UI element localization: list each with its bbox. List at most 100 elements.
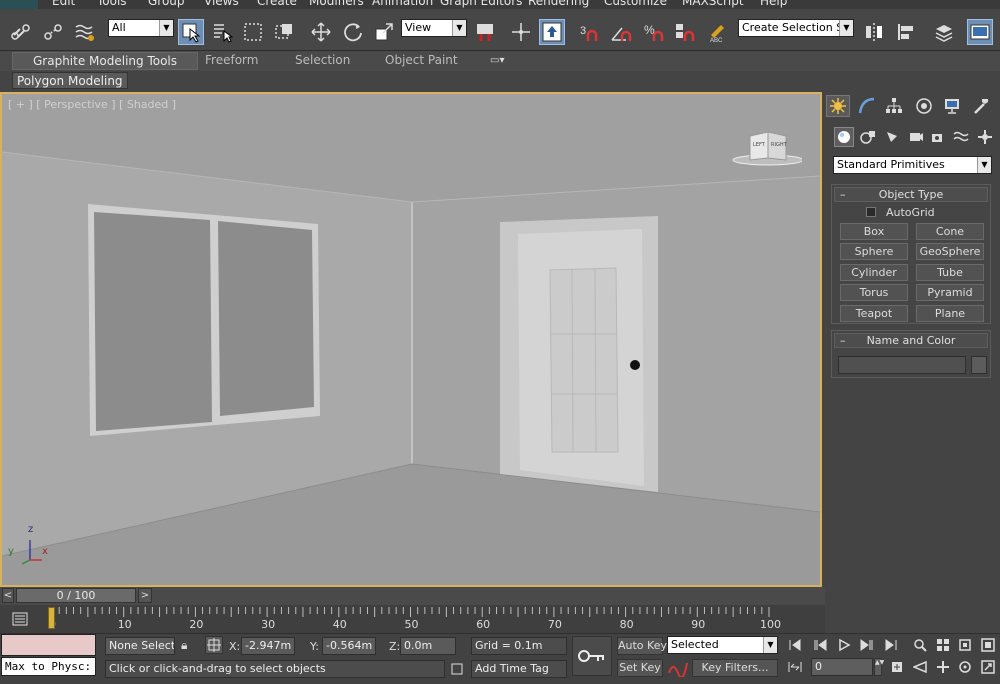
mirror-icon[interactable] bbox=[861, 19, 887, 45]
maxscript-mini-listener[interactable]: Max to Physc: bbox=[1, 657, 96, 676]
object-name-input[interactable] bbox=[838, 356, 966, 374]
menu-help[interactable]: Help bbox=[760, 0, 787, 8]
zoom-extents-all-icon[interactable] bbox=[978, 636, 998, 654]
angle-snap-icon[interactable] bbox=[608, 19, 634, 45]
polygon-modeling-panel[interactable]: Polygon Modeling bbox=[12, 72, 128, 89]
time-tag-icon[interactable] bbox=[449, 660, 465, 678]
app-logo[interactable] bbox=[0, 0, 38, 9]
pivot-icon[interactable] bbox=[472, 19, 498, 45]
absolute-mode-icon[interactable] bbox=[205, 636, 223, 654]
set-key-button[interactable]: Set Key bbox=[617, 659, 663, 677]
teapot-button[interactable]: Teapot bbox=[840, 305, 908, 322]
frame-spinner[interactable]: ▲▼ bbox=[874, 658, 884, 676]
systems-icon[interactable] bbox=[975, 127, 995, 147]
select-object-icon[interactable] bbox=[178, 19, 204, 45]
selection-filter-dropdown[interactable]: All ▼ bbox=[108, 19, 174, 37]
object-type-header[interactable]: – Object Type bbox=[834, 187, 988, 202]
select-rotate-icon[interactable] bbox=[340, 19, 366, 45]
time-configuration-icon[interactable] bbox=[887, 658, 907, 676]
helpers-icon[interactable] bbox=[928, 127, 948, 147]
lock-icon[interactable]: 🔒︎ bbox=[181, 638, 187, 653]
key-mode-toggle-icon[interactable] bbox=[785, 658, 805, 676]
zoom-all-icon[interactable] bbox=[933, 636, 953, 654]
perspective-viewport[interactable]: z x y [ + ] [ Perspective ] [ Shaded ] L… bbox=[0, 92, 822, 587]
geosphere-button[interactable]: GeoSphere bbox=[916, 243, 984, 260]
spinner-snap-icon[interactable] bbox=[672, 19, 698, 45]
goto-end-icon[interactable] bbox=[881, 636, 901, 654]
select-by-name-icon[interactable] bbox=[209, 19, 235, 45]
cone-button[interactable]: Cone bbox=[916, 223, 984, 240]
zoom-extents-icon[interactable] bbox=[955, 636, 975, 654]
viewcube[interactable]: LEFT RIGHT bbox=[732, 128, 804, 168]
orbit-icon[interactable] bbox=[955, 658, 975, 676]
viewport-label[interactable]: [ + ] [ Perspective ] [ Shaded ] bbox=[8, 98, 176, 111]
tab-graphite-modeling-tools[interactable]: Graphite Modeling Tools bbox=[12, 52, 199, 70]
time-marker[interactable] bbox=[48, 607, 55, 629]
field-of-view-icon[interactable] bbox=[910, 658, 930, 676]
menu-maxscript[interactable]: MAXScript bbox=[682, 0, 744, 8]
autogrid-checkbox[interactable] bbox=[866, 207, 876, 217]
menu-create[interactable]: Create bbox=[257, 0, 297, 8]
curve-icon[interactable] bbox=[667, 659, 689, 679]
cylinder-button[interactable]: Cylinder bbox=[840, 264, 908, 281]
tube-button[interactable]: Tube bbox=[916, 264, 984, 281]
menu-rendering[interactable]: Rendering bbox=[528, 0, 589, 8]
motion-icon[interactable] bbox=[912, 95, 936, 117]
window-crossing-icon[interactable] bbox=[271, 19, 297, 45]
tab-selection[interactable]: Selection bbox=[295, 53, 350, 67]
box-button[interactable]: Box bbox=[840, 223, 908, 240]
percent-snap-icon[interactable]: % bbox=[641, 19, 667, 45]
rectangular-selection-icon[interactable] bbox=[240, 19, 266, 45]
geometry-icon[interactable] bbox=[834, 127, 854, 147]
y-coordinate-input[interactable]: -0.564m bbox=[322, 637, 376, 655]
render-setup-icon[interactable] bbox=[967, 19, 993, 45]
goto-start-icon[interactable] bbox=[785, 636, 805, 654]
ribbon-options-icon[interactable]: ▭▾ bbox=[490, 55, 504, 66]
previous-frame-icon[interactable] bbox=[810, 636, 830, 654]
next-frame-icon[interactable] bbox=[857, 636, 877, 654]
hierarchy-icon[interactable] bbox=[882, 95, 906, 117]
keyboard-shortcut-icon[interactable] bbox=[539, 19, 565, 45]
reference-coord-dropdown[interactable]: View ▼ bbox=[401, 19, 467, 37]
create-icon[interactable] bbox=[826, 95, 850, 117]
layer-manager-icon[interactable] bbox=[931, 19, 957, 45]
current-frame-input[interactable]: 0 bbox=[811, 658, 873, 676]
tab-object-paint[interactable]: Object Paint bbox=[385, 53, 458, 67]
menu-edit[interactable]: Edit bbox=[52, 0, 75, 8]
menu-graph-editors[interactable]: Graph Editors bbox=[440, 0, 522, 8]
lights-icon[interactable] bbox=[882, 127, 902, 147]
pyramid-button[interactable]: Pyramid bbox=[916, 284, 984, 301]
x-coordinate-input[interactable]: -2.947m bbox=[241, 637, 295, 655]
shapes-icon[interactable] bbox=[858, 127, 878, 147]
menu-modifiers[interactable]: Modifiers bbox=[309, 0, 364, 8]
set-key-icon[interactable] bbox=[572, 636, 612, 676]
select-move-icon[interactable] bbox=[308, 19, 334, 45]
time-slider-prev[interactable]: < bbox=[2, 588, 14, 603]
plane-button[interactable]: Plane bbox=[916, 305, 984, 322]
maxscript-listener-output[interactable] bbox=[1, 634, 96, 656]
menu-group[interactable]: Group bbox=[148, 0, 185, 8]
tab-freeform[interactable]: Freeform bbox=[205, 53, 258, 67]
cameras-icon[interactable] bbox=[906, 127, 926, 147]
modify-icon[interactable] bbox=[855, 95, 879, 117]
play-icon[interactable] bbox=[834, 636, 854, 654]
maximize-viewport-icon[interactable] bbox=[978, 658, 998, 676]
sphere-button[interactable]: Sphere bbox=[840, 243, 908, 260]
named-selection-dropdown[interactable]: Create Selection Se ▼ bbox=[738, 19, 854, 37]
menu-tools[interactable]: Tools bbox=[97, 0, 127, 8]
object-color-swatch[interactable] bbox=[971, 356, 987, 374]
mini-curve-editor-icon[interactable] bbox=[8, 608, 32, 630]
select-scale-icon[interactable] bbox=[371, 19, 397, 45]
edit-named-selection-icon[interactable]: ABC bbox=[705, 19, 731, 45]
z-coordinate-input[interactable]: 0.0m bbox=[400, 637, 456, 655]
utilities-icon[interactable] bbox=[969, 95, 993, 117]
menu-animation[interactable]: Animation bbox=[372, 0, 433, 8]
primitive-category-dropdown[interactable]: Standard Primitives ▼ bbox=[833, 156, 992, 174]
add-time-tag[interactable]: Add Time Tag bbox=[471, 660, 567, 678]
auto-key-button[interactable]: Auto Key bbox=[617, 637, 667, 655]
pan-view-icon[interactable] bbox=[933, 658, 953, 676]
time-slider-thumb[interactable]: 0 / 100 bbox=[16, 588, 136, 603]
bind-space-warp-icon[interactable] bbox=[72, 19, 98, 45]
key-mode-dropdown[interactable]: Selected ▼ bbox=[667, 636, 778, 654]
align-icon[interactable] bbox=[894, 19, 920, 45]
